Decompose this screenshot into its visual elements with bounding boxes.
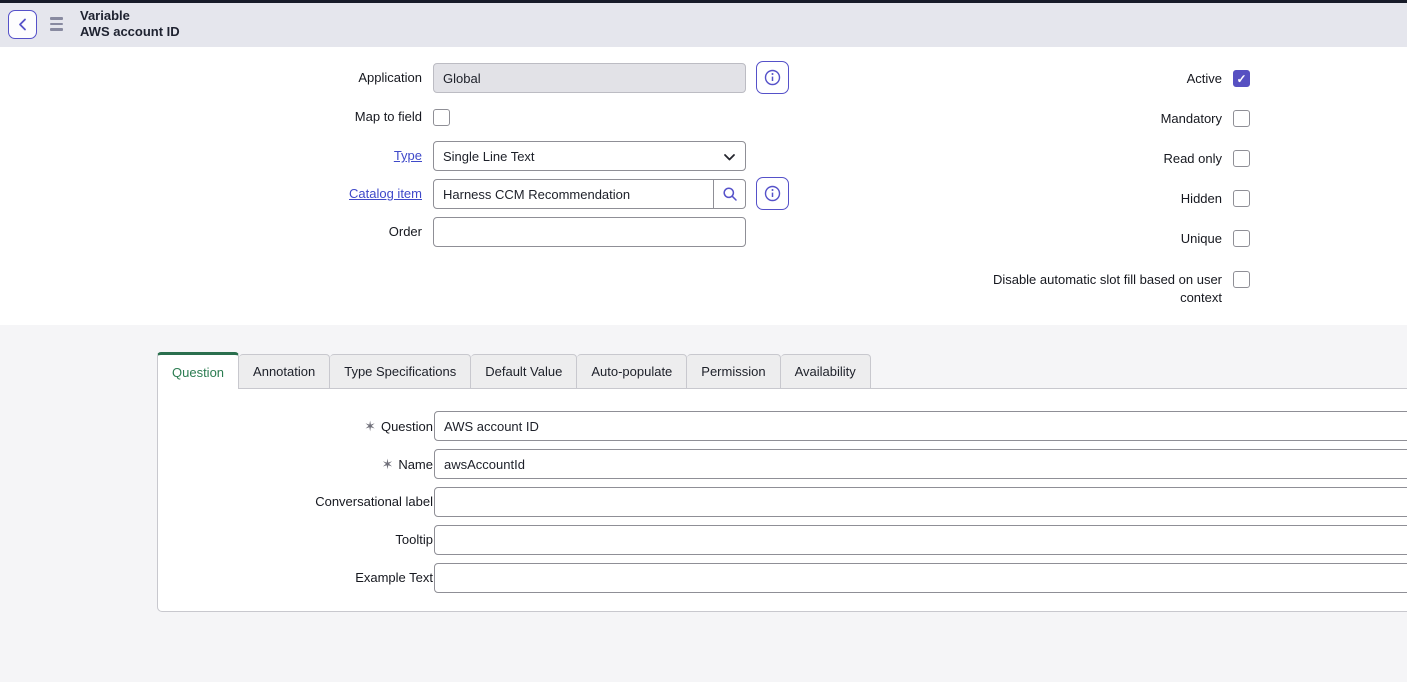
unique-label: Unique <box>922 231 1222 247</box>
required-marker-icon: ✶ <box>364 418 376 434</box>
required-marker-icon: ✶ <box>382 456 394 472</box>
tab-permission[interactable]: Permission <box>687 354 780 389</box>
info-icon <box>764 69 781 86</box>
disable-slot-fill-label: Disable automatic slot fill based on use… <box>974 271 1222 307</box>
catalog-item-lookup-button[interactable] <box>713 180 745 208</box>
catalog-item-info-button[interactable] <box>756 177 789 210</box>
read-only-label: Read only <box>922 151 1222 167</box>
tooltip-label: Tooltip <box>161 525 433 555</box>
example-text-input[interactable] <box>434 563 1407 593</box>
map-to-field-checkbox[interactable] <box>433 109 450 126</box>
chevron-down-icon <box>723 151 736 163</box>
type-label-link[interactable]: Type <box>394 148 422 163</box>
variable-form-screen: Variable AWS account ID Application Map … <box>0 0 1407 682</box>
catalog-item-input[interactable] <box>434 180 713 208</box>
unique-checkbox[interactable] <box>1233 230 1250 247</box>
order-label: Order <box>150 217 422 247</box>
conversational-label-label: Conversational label <box>161 487 433 517</box>
application-field[interactable] <box>433 63 746 93</box>
back-button[interactable] <box>8 10 37 39</box>
read-only-checkbox[interactable] <box>1233 150 1250 167</box>
type-select[interactable]: Single Line Text <box>433 141 746 171</box>
record-type-label: Variable <box>80 8 180 24</box>
order-input[interactable] <box>433 217 746 247</box>
application-info-button[interactable] <box>756 61 789 94</box>
hidden-checkbox[interactable] <box>1233 190 1250 207</box>
header-bar: Variable AWS account ID <box>0 3 1407 47</box>
hamburger-menu-icon[interactable] <box>50 15 66 33</box>
question-tab-panel: ✶ Question ✶ Name Conversational label Too… <box>157 388 1407 612</box>
tab-bar: Question Annotation Type Specifications … <box>157 352 871 389</box>
disable-slot-fill-checkbox[interactable] <box>1233 271 1250 288</box>
tab-auto-populate[interactable]: Auto-populate <box>577 354 687 389</box>
type-select-value: Single Line Text <box>443 149 535 164</box>
tab-annotation[interactable]: Annotation <box>239 354 330 389</box>
record-name-label: AWS account ID <box>80 24 180 40</box>
example-text-label: Example Text <box>161 563 433 593</box>
tab-availability[interactable]: Availability <box>781 354 871 389</box>
page-title: Variable AWS account ID <box>80 8 180 40</box>
mandatory-label: Mandatory <box>922 111 1222 127</box>
name-input[interactable] <box>434 449 1407 479</box>
back-chevron-icon <box>18 18 27 31</box>
hidden-label: Hidden <box>922 191 1222 207</box>
tab-question[interactable]: Question <box>157 352 239 389</box>
question-input[interactable] <box>434 411 1407 441</box>
conversational-label-input[interactable] <box>434 487 1407 517</box>
tab-default-value[interactable]: Default Value <box>471 354 577 389</box>
catalog-item-field <box>433 179 746 209</box>
name-label: Name <box>398 457 433 472</box>
active-checkbox[interactable] <box>1233 70 1250 87</box>
application-label: Application <box>150 63 422 93</box>
tooltip-input[interactable] <box>434 525 1407 555</box>
catalog-item-label-link[interactable]: Catalog item <box>349 186 422 201</box>
map-to-field-label: Map to field <box>150 102 422 132</box>
info-icon <box>764 185 781 202</box>
question-label: Question <box>381 419 433 434</box>
mandatory-checkbox[interactable] <box>1233 110 1250 127</box>
tab-type-specifications[interactable]: Type Specifications <box>330 354 471 389</box>
active-label: Active <box>922 71 1222 87</box>
magnifier-icon <box>722 186 738 202</box>
